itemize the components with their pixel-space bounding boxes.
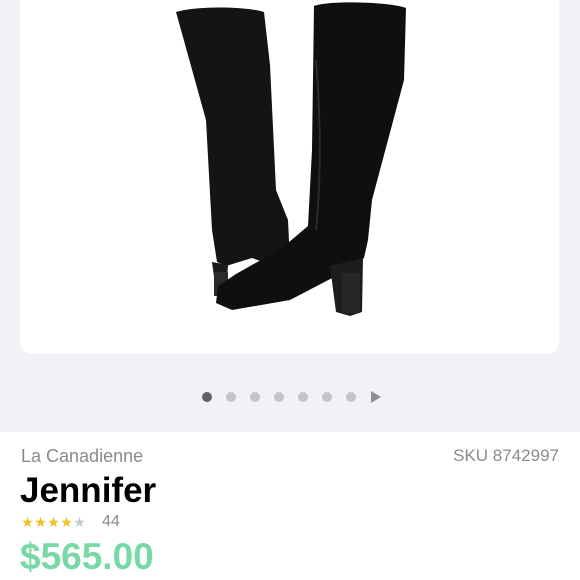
brand-name[interactable]: La Canadienne — [21, 445, 143, 467]
pager-dot-7[interactable] — [346, 392, 356, 402]
product-image[interactable] — [20, 0, 559, 354]
pager-dot-1[interactable] — [202, 392, 212, 402]
price: $565.00 — [20, 536, 154, 577]
pager-dot-4[interactable] — [274, 392, 284, 402]
rating-row[interactable]: ★ ★ ★ ★ ★ 44 — [21, 512, 120, 532]
star-empty-icon: ★ — [73, 514, 86, 530]
star-icon: ★ — [60, 514, 73, 530]
gallery-area — [0, 0, 580, 432]
pager-dot-3[interactable] — [250, 392, 260, 402]
star-icon: ★ — [34, 514, 47, 530]
pager-dot-5[interactable] — [298, 392, 308, 402]
star-icon: ★ — [21, 514, 34, 530]
review-count[interactable]: 44 — [102, 513, 120, 531]
play-arrow-icon[interactable] — [371, 391, 381, 403]
boots-photo-icon — [176, 2, 406, 316]
pager-dot-2[interactable] — [226, 392, 236, 402]
image-pager[interactable] — [0, 391, 580, 403]
star-icon: ★ — [47, 514, 60, 530]
product-title: Jennifer — [20, 471, 157, 510]
pager-dot-6[interactable] — [322, 392, 332, 402]
sku-label: SKU 8742997 — [453, 446, 559, 465]
